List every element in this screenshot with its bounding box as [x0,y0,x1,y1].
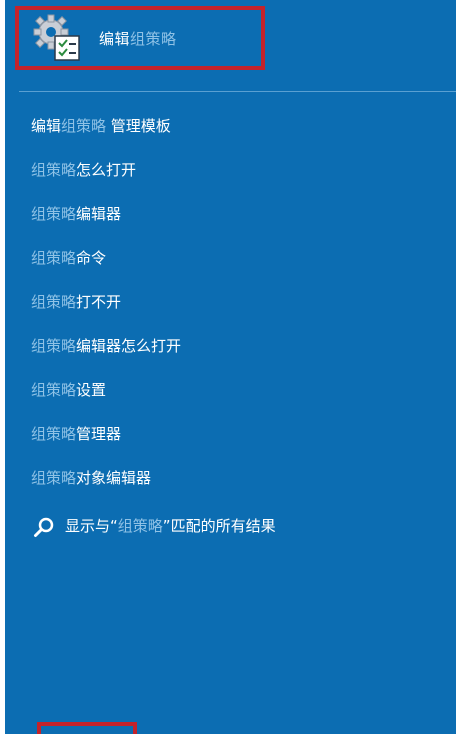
search-results-panel: 编辑组策略 编辑组策略 管理模板 组策略怎么打开 组策略编辑器 组策略命令 组策… [5,0,456,734]
show-all-pre: 显示与“ [65,517,118,535]
suggestion-post: 怎么打开 [76,161,137,179]
suggestion-item[interactable]: 组策略编辑器怎么打开 [31,328,451,372]
best-match-result[interactable]: 编辑组策略 [15,6,265,70]
suggestion-query: 组策略 [61,117,107,135]
suggestion-item[interactable]: 组策略设置 [31,372,451,416]
show-all-post: ”匹配的所有结果 [162,517,276,535]
search-icon [33,515,55,537]
suggestion-query: 组策略 [31,425,77,443]
suggestion-query: 组策略 [31,161,77,179]
group-policy-gear-checklist-icon [31,12,83,64]
suggestion-post: 编辑器怎么打开 [76,337,182,355]
show-all-results-link[interactable]: 显示与“ 组策略 ”匹配的所有结果 [31,504,451,548]
suggestion-item[interactable]: 组策略打不开 [31,284,451,328]
best-match-prefix: 编辑 [99,29,131,48]
suggestion-list: 编辑组策略 管理模板 组策略怎么打开 组策略编辑器 组策略命令 组策略打不开 组… [31,108,451,548]
suggestion-item[interactable]: 组策略对象编辑器 [31,460,451,504]
suggestion-query: 组策略 [31,469,77,487]
suggestion-post: 对象编辑器 [76,469,152,487]
suggestion-query: 组策略 [31,205,77,223]
suggestion-pre: 编辑 [31,117,62,135]
best-match-title: 编辑组策略 [99,28,177,49]
suggestion-query: 组策略 [31,337,77,355]
suggestion-query: 组策略 [31,249,77,267]
suggestion-item[interactable]: 组策略怎么打开 [31,152,451,196]
suggestion-query: 组策略 [31,381,77,399]
divider [19,91,456,92]
suggestion-item[interactable]: 组策略管理器 [31,416,451,460]
suggestion-query: 组策略 [31,293,77,311]
suggestion-item[interactable]: 编辑组策略 管理模板 [31,108,451,152]
show-all-query: 组策略 [117,517,163,535]
suggestion-post: 编辑器 [76,205,122,223]
suggestion-post: 管理器 [76,425,122,443]
suggestion-item[interactable]: 组策略编辑器 [31,196,451,240]
suggestion-post: 打不开 [76,293,122,311]
suggestion-post: 管理模板 [106,117,171,135]
suggestion-post: 设置 [76,381,107,399]
suggestion-item[interactable]: 组策略命令 [31,240,451,284]
suggestion-post: 命令 [76,249,107,267]
search-box-highlight[interactable] [37,722,137,734]
best-match-query: 组策略 [130,29,177,48]
